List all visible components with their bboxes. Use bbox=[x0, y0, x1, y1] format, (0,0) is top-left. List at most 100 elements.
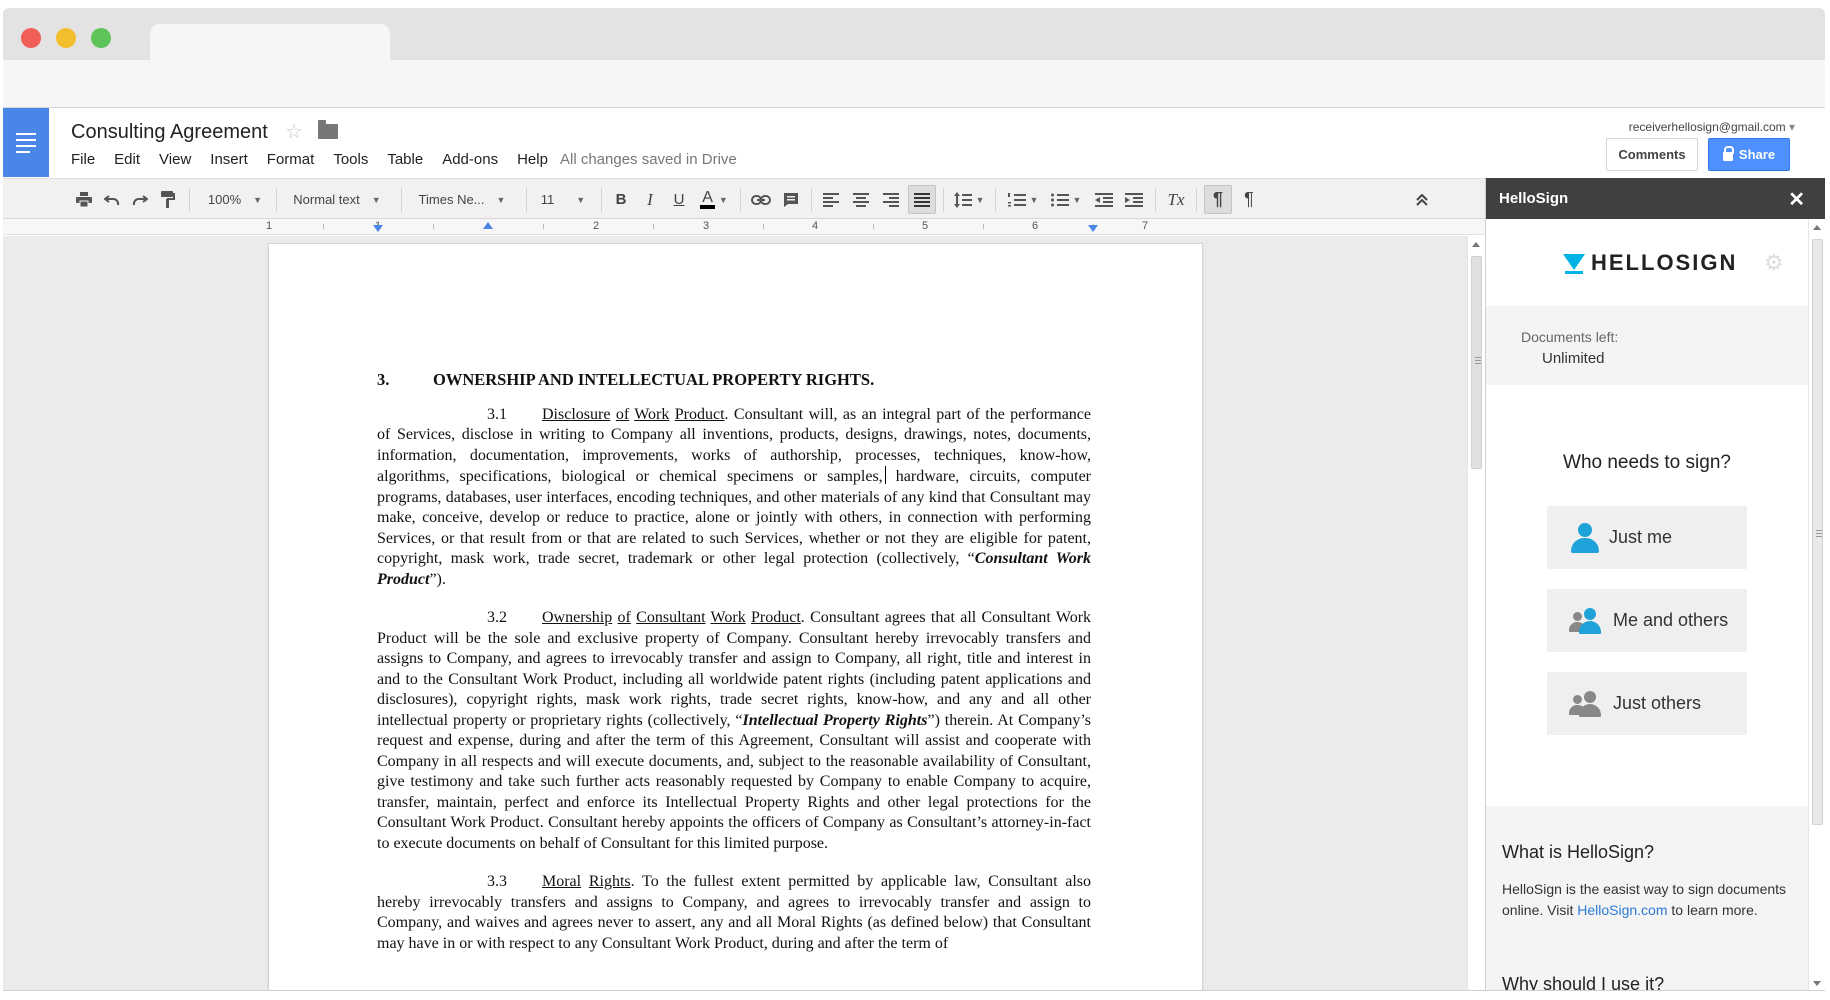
document-title[interactable]: Consulting Agreement bbox=[71, 121, 268, 144]
why-title: Why should I use it? bbox=[1502, 974, 1665, 990]
scroll-up-icon[interactable] bbox=[1813, 225, 1821, 230]
button-label: Just me bbox=[1609, 527, 1673, 547]
sidebar-scrollbar-thumb[interactable] bbox=[1812, 239, 1823, 825]
align-center-icon[interactable] bbox=[848, 179, 874, 220]
just-me-button[interactable]: Just me bbox=[1547, 506, 1747, 569]
paragraph-number: 3.2 bbox=[487, 609, 507, 626]
left-indent-marker[interactable] bbox=[373, 225, 383, 232]
menu-tools[interactable]: Tools bbox=[333, 151, 368, 168]
document-scrollbar[interactable] bbox=[1467, 236, 1485, 990]
hellosign-logo-icon bbox=[1563, 252, 1585, 274]
redo-icon[interactable] bbox=[129, 179, 151, 220]
italic-button[interactable]: I bbox=[637, 179, 663, 220]
rtl-button[interactable]: ¶ bbox=[1236, 179, 1262, 220]
who-needs-to-sign-label: Who needs to sign? bbox=[1563, 452, 1731, 473]
ltr-button[interactable]: ¶ bbox=[1204, 185, 1232, 214]
share-label: Share bbox=[1738, 147, 1776, 162]
browser-tab[interactable] bbox=[150, 24, 390, 60]
scrollbar-thumb[interactable] bbox=[1471, 256, 1482, 469]
paragraph-3-1: 3.1 Disclosure of Work Product. Consultan… bbox=[377, 405, 1091, 591]
menu-edit[interactable]: Edit bbox=[114, 151, 140, 168]
justify-icon[interactable] bbox=[908, 185, 936, 214]
hellosign-link[interactable]: HelloSign.com bbox=[1577, 902, 1667, 918]
decrease-indent-icon[interactable] bbox=[1091, 179, 1117, 220]
documents-left-label: Documents left: bbox=[1521, 329, 1619, 345]
me-and-others-button[interactable]: Me and others bbox=[1547, 589, 1747, 652]
hellosign-sidebar: HelloSign ✕ HELLOSIGN ⚙ Documents left: … bbox=[1485, 178, 1825, 990]
account-switcher[interactable]: receiverhellosign@gmail.com bbox=[1629, 120, 1795, 134]
scroll-up-icon[interactable] bbox=[1472, 242, 1480, 247]
group-icon bbox=[1569, 607, 1603, 634]
menu-table[interactable]: Table bbox=[387, 151, 423, 168]
docs-home-icon[interactable] bbox=[3, 108, 49, 177]
ruler-label: 5 bbox=[922, 220, 929, 232]
star-icon[interactable]: ☆ bbox=[285, 119, 303, 144]
bulleted-list-icon[interactable]: ▼ bbox=[1046, 179, 1086, 220]
comments-button[interactable]: Comments bbox=[1606, 138, 1698, 171]
scroll-down-icon[interactable] bbox=[1813, 981, 1821, 986]
paragraph-title: Disclosure bbox=[542, 405, 611, 423]
paragraph-title: Work bbox=[634, 405, 670, 423]
window-close-button[interactable] bbox=[21, 28, 41, 48]
document-body[interactable]: 3. OWNERSHIP AND INTELLECTUAL PROPERTY RI… bbox=[377, 370, 1091, 972]
menu-help[interactable]: Help bbox=[517, 151, 548, 168]
document-page[interactable]: 3. OWNERSHIP AND INTELLECTUAL PROPERTY RI… bbox=[269, 244, 1202, 990]
paragraph-title: Work bbox=[710, 609, 746, 626]
right-indent-marker[interactable] bbox=[1088, 225, 1098, 232]
ruler[interactable]: 1 1 2 3 4 5 6 7 bbox=[3, 219, 1485, 235]
underline-button[interactable]: U bbox=[666, 179, 692, 220]
paragraph-text: ”). bbox=[429, 570, 446, 588]
link-icon[interactable] bbox=[748, 179, 774, 220]
paragraph-title: Product bbox=[674, 405, 725, 423]
lock-icon bbox=[1722, 146, 1734, 161]
paint-format-icon[interactable] bbox=[157, 179, 179, 220]
window-minimize-button[interactable] bbox=[56, 28, 76, 48]
menu-format[interactable]: Format bbox=[267, 151, 315, 168]
save-status[interactable]: All changes saved in Drive bbox=[560, 151, 737, 168]
share-button[interactable]: Share bbox=[1708, 138, 1790, 171]
align-right-icon[interactable] bbox=[878, 179, 904, 220]
section-heading: 3. OWNERSHIP AND INTELLECTUAL PROPERTY RI… bbox=[377, 370, 1091, 391]
menu-insert[interactable]: Insert bbox=[210, 151, 248, 168]
folder-icon[interactable] bbox=[318, 120, 338, 139]
gear-icon[interactable]: ⚙ bbox=[1764, 250, 1784, 276]
increase-indent-icon[interactable] bbox=[1121, 179, 1147, 220]
close-icon[interactable]: ✕ bbox=[1788, 187, 1805, 212]
font-size-select[interactable]: 11 ▼ bbox=[534, 179, 592, 220]
bold-button[interactable]: B bbox=[608, 179, 634, 220]
just-others-button[interactable]: Just others bbox=[1547, 672, 1747, 735]
clear-formatting-button[interactable]: Tx bbox=[1163, 179, 1189, 220]
window-maximize-button[interactable] bbox=[91, 28, 111, 48]
paragraph-style-select[interactable]: Normal text ▼ bbox=[283, 179, 391, 220]
menu-addons[interactable]: Add-ons bbox=[442, 151, 498, 168]
defined-term: Intellectual Property Rights bbox=[742, 711, 928, 729]
ruler-label: 7 bbox=[1142, 220, 1149, 232]
text-color-button[interactable]: A ▼ bbox=[695, 179, 733, 220]
menubar: File Edit View Insert Format Tools Table… bbox=[71, 151, 567, 168]
text-color-icon: A bbox=[700, 190, 715, 209]
numbered-list-icon[interactable]: ▼ bbox=[1003, 179, 1043, 220]
print-icon[interactable] bbox=[73, 179, 95, 220]
ruler-label: 6 bbox=[1032, 220, 1039, 232]
first-line-indent-marker[interactable] bbox=[483, 222, 493, 229]
clear-formatting-icon: Tx bbox=[1167, 189, 1185, 209]
group-icon bbox=[1569, 690, 1603, 717]
paragraph-title: Product bbox=[751, 609, 801, 626]
comment-icon[interactable] bbox=[778, 179, 804, 220]
paragraph-text: ”) therein. At Company’s request and exp… bbox=[377, 711, 1092, 852]
document-canvas: 3. OWNERSHIP AND INTELLECTUAL PROPERTY RI… bbox=[3, 236, 1467, 990]
zoom-select[interactable]: 100% ▼ bbox=[199, 179, 271, 220]
undo-icon[interactable] bbox=[101, 179, 123, 220]
line-spacing-icon[interactable]: ▼ bbox=[951, 179, 987, 220]
sidebar-title: HelloSign bbox=[1499, 190, 1569, 207]
font-family-select[interactable]: Times Ne... ▼ bbox=[408, 179, 516, 220]
sidebar-scrollbar[interactable] bbox=[1808, 219, 1825, 990]
menu-file[interactable]: File bbox=[71, 151, 95, 168]
align-left-icon[interactable] bbox=[818, 179, 844, 220]
paragraph-3-2: 3.2 Ownership of Consultant Work Product.… bbox=[377, 608, 1091, 854]
paragraph-title: of bbox=[615, 405, 630, 423]
browser-toolbar bbox=[3, 60, 1825, 108]
collapse-icon[interactable] bbox=[1409, 179, 1435, 220]
paragraph-title: Moral bbox=[542, 873, 582, 890]
menu-view[interactable]: View bbox=[159, 151, 191, 168]
